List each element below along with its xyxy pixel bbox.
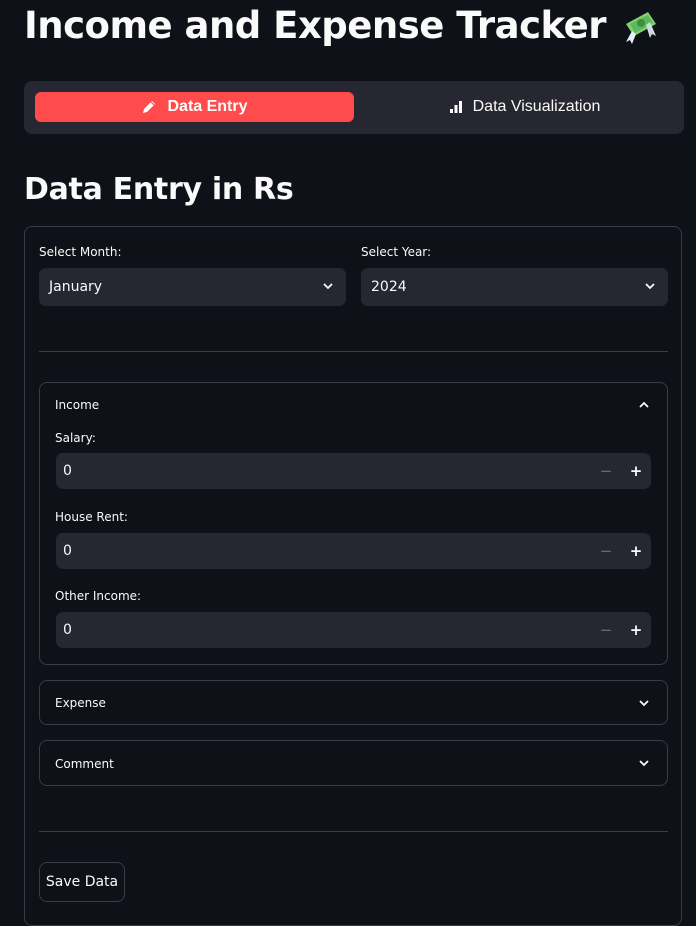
- tab-data-entry-label: Data Entry: [167, 98, 248, 115]
- tab-data-visualization-label: Data Visualization: [472, 98, 601, 115]
- chevron-down-icon: [645, 283, 655, 290]
- year-label: Select Year:: [361, 245, 432, 259]
- page-title-text: Income and Expense Tracker: [24, 4, 607, 47]
- other-income-increment-button[interactable]: +: [624, 618, 648, 642]
- navigation-bar: Data Entry Data Visualization: [24, 81, 684, 134]
- expense-expander-header[interactable]: Expense: [40, 681, 667, 725]
- salary-input-value: 0: [63, 463, 72, 479]
- save-data-button[interactable]: Save Data: [39, 862, 125, 902]
- tab-data-entry[interactable]: Data Entry: [35, 92, 354, 122]
- other-income-input[interactable]: 0 − +: [56, 612, 651, 648]
- salary-decrement-button[interactable]: −: [594, 459, 618, 483]
- house-rent-input[interactable]: 0 − +: [56, 533, 651, 569]
- comment-expander-header[interactable]: Comment: [40, 741, 667, 787]
- house-rent-label: House Rent:: [55, 510, 128, 524]
- salary-label: Salary:: [55, 431, 96, 445]
- house-rent-input-value: 0: [63, 543, 72, 559]
- year-select-value: 2024: [371, 279, 407, 295]
- section-heading: Data Entry in Rs: [24, 172, 294, 207]
- year-select[interactable]: 2024: [361, 268, 668, 306]
- chevron-down-icon: [323, 283, 333, 290]
- other-income-input-value: 0: [63, 622, 72, 638]
- month-select[interactable]: January: [39, 268, 346, 306]
- expense-expander[interactable]: Expense: [39, 680, 668, 725]
- house-rent-increment-button[interactable]: +: [624, 539, 648, 563]
- income-expander: Income Salary: 0 − + House Rent: 0 − + O…: [39, 382, 668, 665]
- salary-increment-button[interactable]: +: [624, 459, 648, 483]
- divider: [39, 831, 668, 832]
- chevron-down-icon: [639, 760, 649, 767]
- income-expander-header[interactable]: Income: [40, 383, 667, 427]
- expense-expander-title: Expense: [55, 696, 106, 710]
- month-label: Select Month:: [39, 245, 122, 259]
- page-title: Income and Expense Tracker: [24, 4, 660, 47]
- other-income-decrement-button[interactable]: −: [594, 618, 618, 642]
- comment-expander-title: Comment: [55, 757, 114, 771]
- comment-expander[interactable]: Comment: [39, 740, 668, 786]
- money-with-wings-icon: [626, 11, 656, 44]
- chevron-up-icon: [639, 401, 649, 408]
- bar-chart-icon: [449, 101, 462, 113]
- house-rent-decrement-button[interactable]: −: [594, 539, 618, 563]
- month-select-value: January: [49, 279, 103, 295]
- divider: [39, 351, 668, 352]
- income-expander-title: Income: [55, 398, 100, 412]
- entry-form: Select Month: January Select Year: 2024 …: [24, 226, 682, 926]
- tab-data-visualization[interactable]: Data Visualization: [365, 92, 684, 122]
- pencil-icon: [143, 101, 156, 113]
- salary-input[interactable]: 0 − +: [56, 453, 651, 489]
- other-income-label: Other Income:: [55, 589, 142, 603]
- chevron-down-icon: [639, 700, 649, 707]
